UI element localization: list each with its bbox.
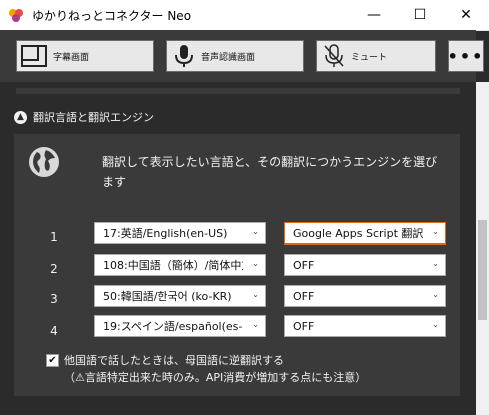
engine-focus-underline	[284, 243, 446, 245]
close-button[interactable]: ✕	[443, 0, 489, 30]
chevron-down-icon: ⌄	[432, 259, 439, 268]
chevron-down-icon: ⌄	[252, 227, 259, 236]
chevron-down-icon: ⌄	[432, 320, 439, 329]
minimize-button[interactable]: —	[351, 0, 397, 30]
language-value-3: 50:韓国語/한국어 (ko-KR)	[103, 290, 232, 303]
engine-value-3: OFF	[293, 289, 315, 303]
section-divider	[16, 88, 460, 94]
engine-value-2: OFF	[293, 258, 315, 272]
row-number-3: 3	[50, 292, 58, 306]
reverse-translate-label-line2: （⚠言語特定出来た時のみ。API消費が増加する点にも注意）	[64, 371, 367, 384]
section-title: 翻訳言語と翻訳エンジン	[33, 111, 154, 124]
microphone-icon	[175, 45, 193, 67]
more-options-button[interactable]: •••	[448, 40, 484, 72]
chevron-down-icon: ⌄	[432, 227, 439, 236]
engine-select-3[interactable]: OFF ⌄	[284, 285, 446, 307]
speech-recognition-label: 音声認識画面	[201, 52, 256, 63]
section-header[interactable]: ▲ 翻訳言語と翻訳エンジン	[14, 108, 154, 126]
subtitle-window-icon	[21, 45, 47, 67]
engine-select-2[interactable]: OFF ⌄	[284, 254, 446, 276]
reverse-translate-checkbox[interactable]: ✔	[46, 354, 59, 367]
mic-off-icon	[324, 44, 344, 67]
engine-select-4[interactable]: OFF ⌄	[284, 315, 446, 337]
language-select-4[interactable]: 19:スペイン語/español(es-ES) ⌄	[94, 315, 266, 337]
subtitle-window-button[interactable]: 字幕画面	[16, 40, 154, 72]
engine-value-1: Google Apps Script 翻訳	[293, 227, 423, 240]
engine-select-1[interactable]: Google Apps Script 翻訳 ⌄	[284, 222, 446, 244]
speech-recognition-button[interactable]: 音声認識画面	[166, 40, 304, 72]
scrollbar-thumb[interactable]	[478, 220, 487, 320]
row-number-2: 2	[50, 262, 58, 276]
language-select-1[interactable]: 17:英語/English(en-US) ⌄	[94, 222, 266, 244]
chevron-down-icon: ⌄	[252, 320, 259, 329]
language-value-1: 17:英語/English(en-US)	[103, 227, 228, 240]
chevron-up-icon[interactable]: ▲	[14, 110, 27, 124]
language-select-3[interactable]: 50:韓国語/한국어 (ko-KR) ⌄	[94, 285, 266, 307]
title-bar: ゆかりねっとコネクター Neo — ☐ ✕	[0, 0, 489, 31]
row-number-4: 4	[50, 324, 58, 338]
chevron-down-icon: ⌄	[432, 290, 439, 299]
section-description: 翻訳して表示したい言語と、その翻訳につかうエンジンを選びます	[102, 155, 438, 189]
language-select-2[interactable]: 108:中国語（簡体）/简体中文(zh-CN) ⌄	[94, 254, 266, 276]
app-logo-icon	[9, 9, 23, 22]
chevron-down-icon: ⌄	[252, 290, 259, 299]
reverse-translate-label-line1: 他国語で話したときは、母国語に逆翻訳する	[64, 354, 284, 367]
toolbar: 字幕画面 音声認識画面 ミュート •••	[0, 30, 484, 82]
language-value-2: 108:中国語（簡体）/简体中文(zh-CN)	[103, 259, 243, 272]
maximize-button[interactable]: ☐	[397, 0, 443, 30]
reverse-translate-label: 他国語で話したときは、母国語に逆翻訳する （⚠言語特定出来た時のみ。API消費が…	[64, 352, 366, 386]
window-title: ゆかりねっとコネクター Neo	[32, 9, 192, 23]
chevron-down-icon: ⌄	[252, 259, 259, 268]
row-number-1: 1	[50, 230, 58, 244]
checkmark-icon: ✔	[48, 355, 57, 366]
subtitle-window-label: 字幕画面	[53, 52, 90, 63]
mute-button[interactable]: ミュート	[316, 40, 436, 72]
translation-settings-panel: 翻訳して表示したい言語と、その翻訳につかうエンジンを選びます 1 17:英語/E…	[14, 134, 460, 396]
engine-value-4: OFF	[293, 319, 315, 333]
language-value-4: 19:スペイン語/español(es-ES)	[103, 320, 243, 333]
globe-icon	[29, 147, 59, 177]
mute-label: ミュート	[351, 52, 388, 63]
